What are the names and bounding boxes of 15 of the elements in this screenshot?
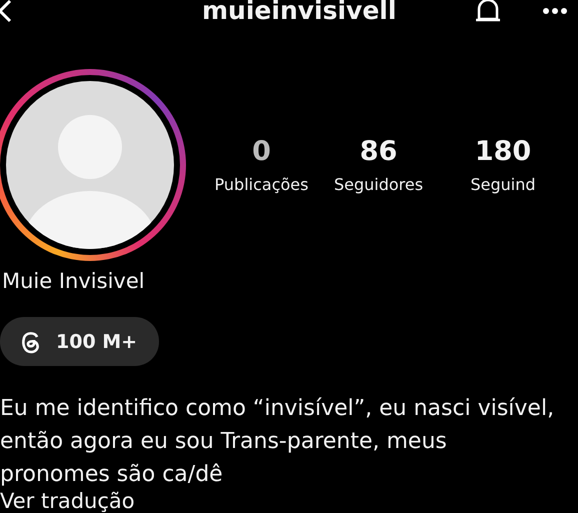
- stat-count: 0: [252, 136, 271, 168]
- stat-count: 86: [360, 136, 398, 168]
- translate-link[interactable]: Ver tradução: [0, 489, 578, 513]
- back-button[interactable]: [0, 0, 12, 23]
- avatar-icon: [6, 81, 174, 250]
- stat-label[interactable]: Seguidores: [334, 175, 424, 194]
- display-name: Muie Invisivel: [2, 269, 146, 294]
- stat-label[interactable]: Seguind: [470, 175, 536, 194]
- bio-text: Eu me identifico como “invisível”, eu nasci visível, então agora eu sou Trans-parente, meus pronomes são ca/dê: [0, 395, 556, 489]
- threads-badge[interactable]: 100 M+: [0, 317, 160, 366]
- profile-username: muieinvisivell: [202, 0, 398, 26]
- stat-count: 180: [474, 136, 532, 168]
- stat-label[interactable]: Publicações: [214, 175, 308, 194]
- back-icon: [0, 0, 12, 23]
- more-button[interactable]: [542, 6, 568, 15]
